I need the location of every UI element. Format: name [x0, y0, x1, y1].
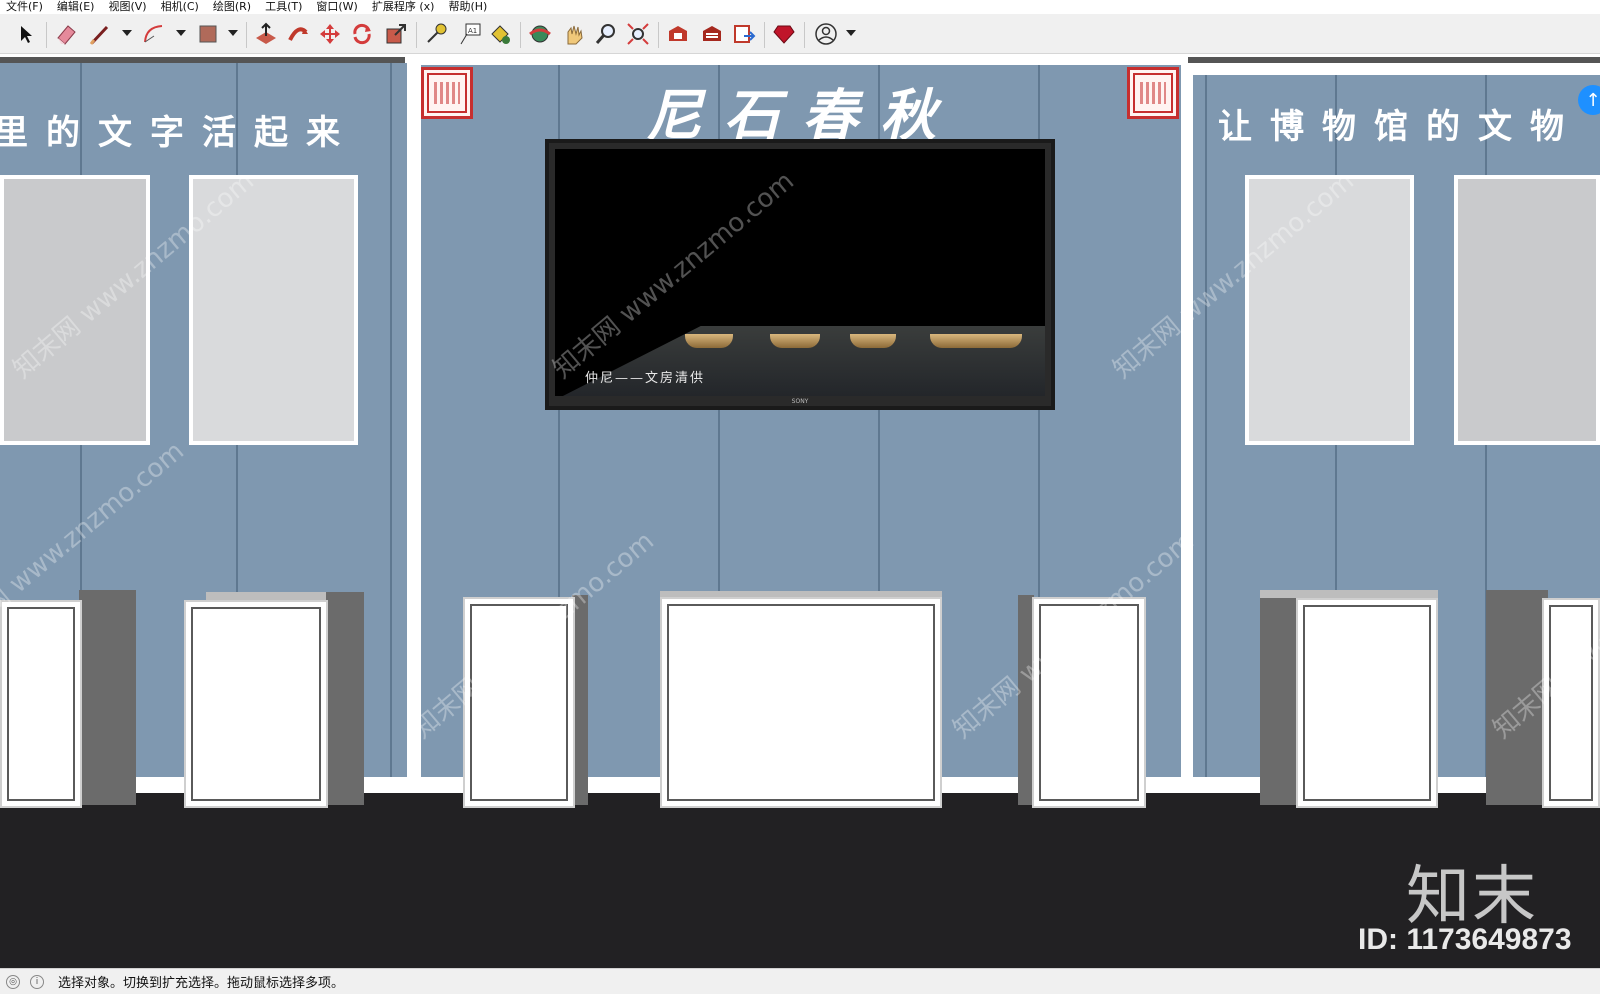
scale-tool-icon[interactable]	[382, 20, 410, 48]
menu-help[interactable]: 帮助(H)	[448, 0, 487, 14]
toolbar-separator	[658, 22, 659, 48]
toolbar-separator	[520, 22, 521, 48]
zoom-extents-tool-icon[interactable]	[624, 20, 652, 48]
menu-bar: 文件(F) 编辑(E) 视图(V) 相机(C) 绘图(R) 工具(T) 窗口(W…	[0, 0, 1600, 14]
toolbar-separator	[416, 22, 417, 48]
account-icon[interactable]	[812, 20, 840, 48]
toolbar-separator	[46, 22, 47, 48]
tv-screen: 仲尼——文房清供	[555, 149, 1045, 396]
orbit-tool-icon[interactable]	[526, 20, 554, 48]
eraser-tool-icon[interactable]	[52, 20, 80, 48]
wall-seam	[390, 63, 392, 777]
pedestal-side	[79, 590, 136, 805]
menu-camera[interactable]: 相机(C)	[161, 0, 199, 14]
paint-bucket-tool-icon[interactable]	[486, 20, 514, 48]
line-dropdown-icon[interactable]	[122, 30, 132, 36]
red-seal-stamp-left	[421, 67, 473, 119]
3d-viewport[interactable]: 场景 里的文字活起来 让博物馆的文物 尼石春秋	[0, 55, 1600, 968]
status-message: 选择对象。切换到扩充选择。拖动鼠标选择多项。	[58, 976, 345, 991]
tv-brand: SONY	[791, 398, 809, 405]
text-tool-icon[interactable]: A1	[456, 20, 484, 48]
display-pedestal	[0, 600, 82, 808]
scroll-top-button[interactable]: ↑	[1578, 85, 1600, 115]
wall-seam	[1205, 75, 1207, 777]
toolbar-separator	[804, 22, 805, 48]
shape-dropdown-icon[interactable]	[228, 30, 238, 36]
toolbar: A1	[0, 14, 1600, 54]
status-bar: ◎ i 选择对象。切换到扩充选择。拖动鼠标选择多项。	[0, 968, 1600, 994]
right-wall-caption: 让博物馆的文物	[1218, 107, 1582, 147]
arrow-up-icon: ↑	[1585, 89, 1600, 111]
menu-window[interactable]: 窗口(W)	[316, 0, 357, 14]
zoom-tool-icon[interactable]	[592, 20, 620, 48]
tv-subtitle: 仲尼——文房清供	[585, 371, 706, 386]
select-tool-icon[interactable]	[12, 20, 40, 48]
pan-tool-icon[interactable]	[560, 20, 588, 48]
wall-frame	[1454, 175, 1600, 445]
display-pedestal	[1296, 598, 1438, 808]
tape-measure-tool-icon[interactable]	[422, 20, 450, 48]
extension-warehouse-icon[interactable]	[698, 20, 726, 48]
push-pull-tool-icon[interactable]	[252, 20, 280, 48]
warehouse-icon[interactable]	[664, 20, 692, 48]
send-to-layout-icon[interactable]	[730, 20, 758, 48]
follow-me-tool-icon[interactable]	[284, 20, 312, 48]
pedestal-side	[326, 592, 364, 805]
menu-view[interactable]: 视图(V)	[108, 0, 146, 14]
menu-draw[interactable]: 绘图(R)	[213, 0, 251, 14]
menu-edit[interactable]: 编辑(E)	[57, 0, 95, 14]
ruby-console-icon[interactable]	[770, 20, 798, 48]
pedestal-side	[1260, 590, 1300, 805]
tv-diagonal-overlay	[555, 149, 1045, 396]
arc-tool-icon[interactable]	[140, 20, 168, 48]
toolbar-separator	[246, 22, 247, 48]
menu-file[interactable]: 文件(F)	[6, 0, 43, 14]
arc-dropdown-icon[interactable]	[176, 30, 186, 36]
move-tool-icon[interactable]	[316, 20, 344, 48]
pedestal-top	[1260, 590, 1438, 598]
info-icon[interactable]: i	[30, 974, 44, 989]
display-pedestal	[660, 597, 942, 808]
toolbar-separator	[764, 22, 765, 48]
model-id-label: ID: 1173649873	[1358, 923, 1572, 956]
account-dropdown-icon[interactable]	[846, 30, 856, 36]
menu-tools[interactable]: 工具(T)	[265, 0, 302, 14]
display-pedestal	[184, 600, 328, 808]
menu-extensions[interactable]: 扩展程序 (x)	[372, 0, 435, 14]
rotate-tool-icon[interactable]	[348, 20, 376, 48]
svg-text:A1: A1	[468, 27, 477, 35]
red-seal-stamp-right	[1127, 67, 1179, 119]
right-top-edge	[1188, 57, 1600, 63]
geo-location-icon[interactable]: ◎	[6, 974, 20, 989]
line-tool-icon[interactable]	[86, 20, 114, 48]
left-wall-caption: 里的文字活起来	[0, 113, 358, 153]
tv-display: 仲尼——文房清供 SONY	[545, 139, 1055, 410]
rectangle-tool-icon[interactable]	[194, 20, 222, 48]
